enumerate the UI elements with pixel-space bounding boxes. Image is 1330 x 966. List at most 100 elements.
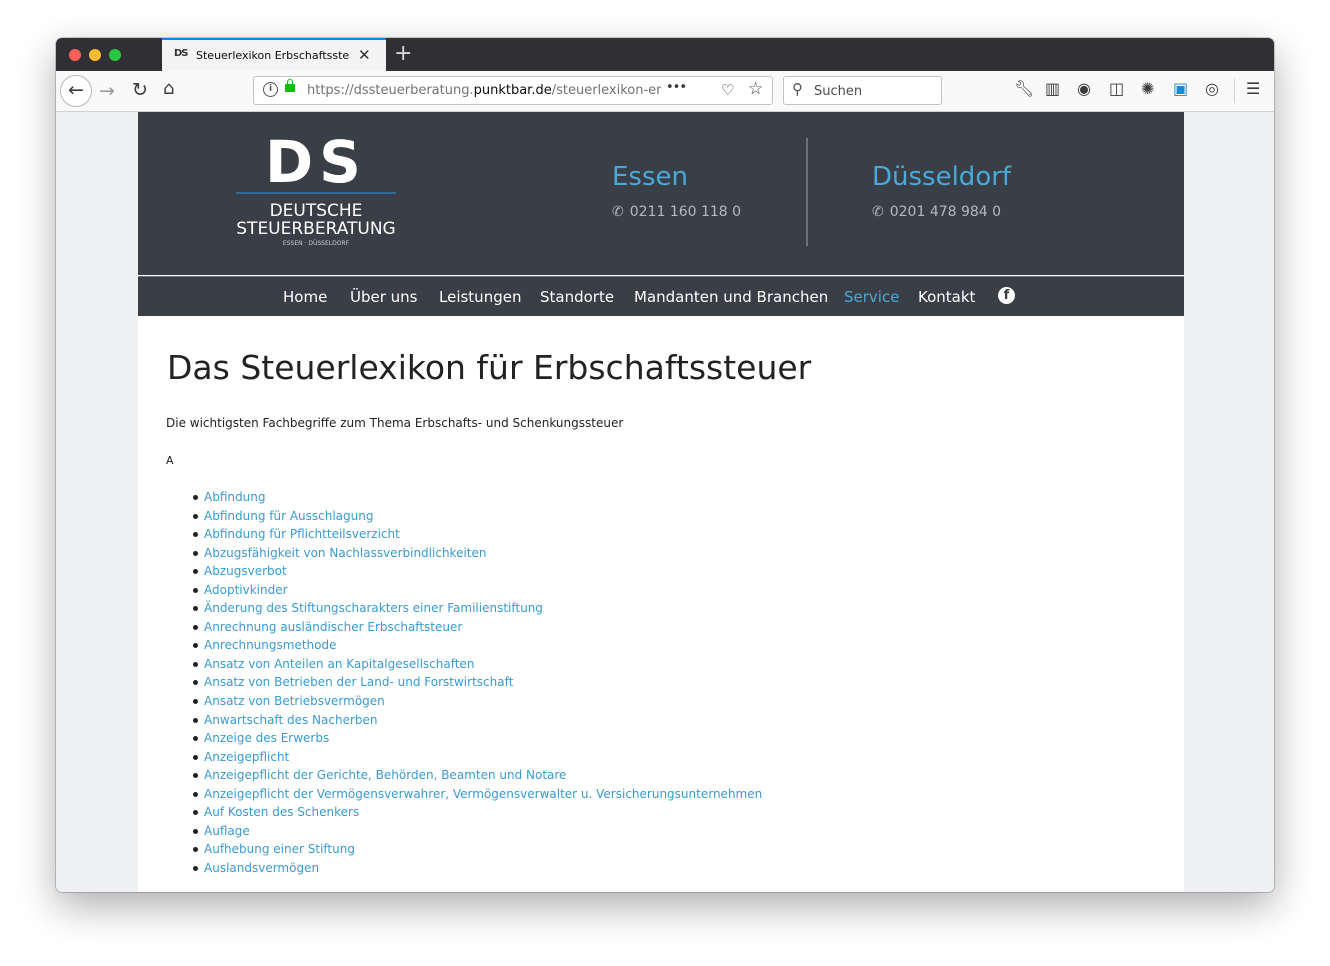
logo-mark: DS (265, 128, 367, 196)
nav-item-kontakt[interactable]: Kontakt (918, 288, 975, 306)
main-nav: Home Über uns Leistungen Standorte Manda… (138, 276, 1184, 316)
logo-line2: STEUERBERATUNG (236, 219, 396, 239)
term-link[interactable]: Anzeigepflicht (204, 750, 289, 764)
phone-icon: ✆ (612, 204, 624, 220)
account-icon[interactable]: ◎ (1205, 79, 1219, 98)
term-link[interactable]: Anwartschaft des Nacherben (204, 713, 377, 727)
reload-icon[interactable]: ↻ (132, 79, 148, 101)
term-link[interactable]: Adoptivkinder (204, 583, 288, 597)
home-icon[interactable]: ⌂ (163, 78, 174, 99)
library-icon[interactable]: ▥ (1045, 79, 1060, 98)
list-item: Anzeigepflicht der Gerichte, Behörden, B… (192, 766, 762, 785)
tab-active[interactable]: DS Steuerlexikon Erbschaftssteuer ✕ (162, 38, 386, 71)
lock-icon[interactable] (285, 79, 295, 92)
term-link[interactable]: Abfindung für Ausschlagung (204, 509, 373, 523)
list-item: Auf Kosten des Schenkers (192, 803, 762, 822)
close-tab-icon[interactable]: ✕ (358, 46, 371, 64)
tab-favicon-icon: DS (174, 48, 188, 59)
menu-icon[interactable]: ☰ (1246, 79, 1260, 98)
close-window-button[interactable] (69, 49, 81, 61)
site-header: DS DEUTSCHE STEUERBERATUNG ESSEN · DÜSSE… (138, 112, 1184, 275)
list-item: Abfindung für Pflichtteilsverzicht (192, 525, 762, 544)
list-item: Abfindung (192, 488, 762, 507)
term-link[interactable]: Abzugsverbot (204, 564, 287, 578)
letter-heading: A (166, 454, 174, 467)
term-link[interactable]: Aufhebung einer Stiftung (204, 842, 355, 856)
sidebar-icon[interactable]: ◫ (1109, 79, 1124, 98)
logo-subline: ESSEN · DÜSSELDORF (282, 240, 350, 247)
intro-text: Die wichtigsten Fachbegriffe zum Thema E… (166, 416, 624, 430)
page-title: Das Steuerlexikon für Erbschaftssteuer (167, 348, 812, 387)
url-domain: punktbar.de (473, 83, 552, 98)
term-link[interactable]: Auflage (204, 824, 250, 838)
page-actions-icon[interactable]: ••• (666, 80, 687, 95)
new-tab-button[interactable]: + (394, 41, 412, 67)
tab-strip: DS Steuerlexikon Erbschaftssteuer ✕ + (56, 38, 1274, 71)
bookmark-star-icon[interactable]: ☆ (748, 79, 763, 99)
list-item: Auflage (192, 822, 762, 841)
main-content: Das Steuerlexikon für Erbschaftssteuer D… (138, 316, 1184, 892)
phone-icon: ✆ (872, 204, 884, 220)
term-link[interactable]: Auf Kosten des Schenkers (204, 805, 359, 819)
zoom-window-button[interactable] (109, 49, 121, 61)
term-link[interactable]: Ansatz von Anteilen an Kapitalgesellscha… (204, 657, 474, 671)
search-input[interactable] (814, 81, 934, 101)
list-item: Ansatz von Anteilen an Kapitalgesellscha… (192, 655, 762, 674)
extension-icon[interactable]: ◉ (1077, 79, 1091, 98)
term-link[interactable]: Abfindung für Pflichtteilsverzicht (204, 527, 400, 541)
wrench-icon[interactable]: 🔧︎ (1014, 79, 1034, 98)
nav-item-home[interactable]: Home (283, 288, 327, 306)
location-phone[interactable]: ✆ 0201 478 984 0 (872, 204, 1011, 220)
facebook-icon[interactable]: f (998, 287, 1015, 304)
nav-toolbar: ← → ↻ ⌂ i https://dssteuerberatung.punkt… (56, 71, 1274, 112)
site-logo[interactable]: DS DEUTSCHE STEUERBERATUNG ESSEN · DÜSSE… (232, 128, 400, 252)
list-item: Anzeigepflicht der Vermögensverwahrer, V… (192, 785, 762, 804)
term-link[interactable]: Auslandsvermögen (204, 861, 319, 875)
search-box[interactable]: ⚲ (783, 76, 942, 105)
term-link[interactable]: Abzugsfähigkeit von Nachlassverbindlichk… (204, 546, 486, 560)
browser-window: DS Steuerlexikon Erbschaftssteuer ✕ + ← … (56, 38, 1274, 892)
list-item: Anwartschaft des Nacherben (192, 711, 762, 730)
term-link[interactable]: Ansatz von Betrieben der Land- und Forst… (204, 675, 513, 689)
list-item: Ansatz von Betrieben der Land- und Forst… (192, 673, 762, 692)
term-list: Abfindung Abfindung für Ausschlagung Abf… (192, 488, 762, 877)
url-path: /steuerlexikon-erbschafts (551, 83, 661, 98)
back-icon[interactable]: ← (60, 75, 92, 107)
nav-item-ueber-uns[interactable]: Über uns (350, 288, 418, 306)
term-link[interactable]: Anzeigepflicht der Gerichte, Behörden, B… (204, 768, 566, 782)
addon-icon[interactable]: ✺ (1141, 79, 1154, 98)
term-link[interactable]: Ansatz von Betriebsvermögen (204, 694, 385, 708)
location-city: Essen (612, 162, 688, 192)
nav-item-mandanten[interactable]: Mandanten und Branchen (634, 288, 828, 306)
term-link[interactable]: Anrechnungsmethode (204, 638, 336, 652)
site-container: DS DEUTSCHE STEUERBERATUNG ESSEN · DÜSSE… (138, 112, 1184, 892)
forward-icon[interactable]: → (99, 80, 115, 102)
info-icon[interactable]: i (263, 82, 278, 97)
minimize-window-button[interactable] (89, 49, 101, 61)
nav-item-standorte[interactable]: Standorte (540, 288, 614, 306)
location-phone[interactable]: ✆ 0211 160 118 0 (612, 204, 741, 220)
screenshot-icon[interactable]: ▣ (1173, 79, 1188, 98)
list-item: Aufhebung einer Stiftung (192, 840, 762, 859)
term-link[interactable]: Änderung des Stiftungscharakters einer F… (204, 601, 543, 615)
location-essen: Essen ✆ 0211 160 118 0 (612, 162, 741, 220)
location-duesseldorf: Düsseldorf ✆ 0201 478 984 0 (872, 162, 1011, 220)
list-item: Anrechnung ausländischer Erbschaftsteuer (192, 618, 762, 637)
page-viewport[interactable]: DS DEUTSCHE STEUERBERATUNG ESSEN · DÜSSE… (56, 112, 1274, 892)
pocket-icon[interactable]: ♡ (721, 81, 734, 99)
nav-item-service[interactable]: Service (844, 288, 899, 306)
logo-line1: DEUTSCHE (269, 201, 363, 221)
toolbar-separator (1234, 79, 1235, 103)
list-item: Abzugsfähigkeit von Nachlassverbindlichk… (192, 544, 762, 563)
term-link[interactable]: Anzeige des Erwerbs (204, 731, 329, 745)
phone-number: 0201 478 984 0 (889, 204, 1002, 220)
term-link[interactable]: Anrechnung ausländischer Erbschaftsteuer (204, 620, 462, 634)
location-divider (806, 138, 808, 246)
nav-item-leistungen[interactable]: Leistungen (439, 288, 521, 306)
url-bar[interactable]: i https://dssteuerberatung.punktbar.de/s… (253, 76, 773, 105)
list-item: Abzugsverbot (192, 562, 762, 581)
list-item: Abfindung für Ausschlagung (192, 507, 762, 526)
term-link[interactable]: Abfindung (204, 490, 265, 504)
url-text[interactable]: https://dssteuerberatung.punktbar.de/ste… (307, 83, 661, 98)
term-link[interactable]: Anzeigepflicht der Vermögensverwahrer, V… (204, 787, 762, 801)
